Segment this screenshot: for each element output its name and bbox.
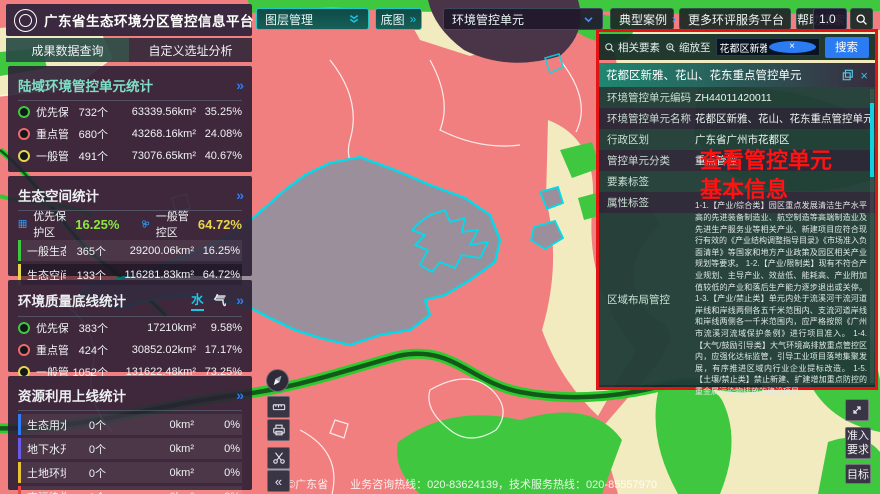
annotation-rectangle: 相关要素 缩放至 花都区新雅、花山、花东重 × 搜索 花都区新雅、花山、花东重点… xyxy=(596,29,878,390)
measure-button[interactable] xyxy=(267,396,290,418)
more-services-link[interactable]: 更多环评服务平台 xyxy=(679,8,791,30)
ruler-icon xyxy=(272,400,286,414)
detail-field-row: 环境管控单元编码ZH44011420011 xyxy=(599,87,875,108)
panel-resource-use: 资源利用上线统计 » 生态用水补给区管控分区 0个0km²0% 地下水开采重点管… xyxy=(8,376,252,490)
detail-field-row: 环境管控单元名称花都区新雅、花山、花东重点管控单元 xyxy=(599,108,875,129)
panel-expand-icon[interactable]: » xyxy=(236,77,242,93)
unit-search-bar: 相关要素 缩放至 花都区新雅、花山、花东重 × 搜索 xyxy=(599,34,875,60)
grid-icon xyxy=(18,217,27,231)
access-requirements-button[interactable]: 准入要求 xyxy=(845,427,871,459)
tab-air[interactable]: 气 xyxy=(214,290,227,310)
table-row: 重点管控单元 680个43268.16km²24.08% xyxy=(18,123,242,145)
scrollbar-thumb[interactable] xyxy=(870,103,874,177)
related-elements-button[interactable]: 相关要素 xyxy=(604,40,660,55)
compass-needle-icon xyxy=(270,373,285,388)
row-color-bar xyxy=(18,240,21,261)
panel-expand-icon[interactable]: » xyxy=(236,387,242,403)
detail-field-row-layout-control: 区域布局管控1-1.【产业/综合类】园区重点发展清洁生产水平高的先进装备制造业、… xyxy=(599,213,875,385)
clear-input-icon[interactable]: × xyxy=(769,41,816,53)
panel-title: 陆域环境管控单元统计 xyxy=(18,75,153,95)
tab-custom-siting[interactable]: 自定义选址分析 xyxy=(129,38,252,62)
table-row: 地下水开采重点管控分区 0个0km²0% xyxy=(18,438,242,459)
detail-fields: 环境管控单元编码ZH44011420011 环境管控单元名称花都区新雅、花山、花… xyxy=(599,87,875,385)
platform-logo-icon xyxy=(14,9,37,32)
print-button[interactable] xyxy=(267,419,290,441)
key-dot-icon xyxy=(18,128,30,140)
annotation-note: 查看管控单元 基本信息 xyxy=(700,146,832,204)
search-button[interactable]: 搜索 xyxy=(825,37,869,58)
detail-title: 花都区新雅、花山、花东重点管控单元 xyxy=(606,67,836,83)
table-row: 土地环境重点管控分区 0个0km²0% xyxy=(18,462,242,483)
panel-title: 环境质量底线统计 xyxy=(18,290,126,310)
general-dot-icon xyxy=(18,150,30,162)
compass-button[interactable] xyxy=(266,369,289,392)
detail-scrollbar[interactable] xyxy=(870,89,874,383)
global-search-button[interactable] xyxy=(850,8,873,30)
circles-icon xyxy=(141,217,150,231)
panel-expand-icon[interactable]: » xyxy=(236,292,242,308)
panel-land-control-units: 陆域环境管控单元统计 » 优先保护单元 732个63339.56km²35.25… xyxy=(8,66,252,172)
app-title: 广东省生态环境分区管控信息平台 xyxy=(44,10,254,30)
search-icon xyxy=(604,42,615,53)
table-row: 优先保护区 383个17210km²9.58% xyxy=(18,317,242,339)
chevron-double-down-icon xyxy=(348,13,360,25)
key-dot-icon xyxy=(18,344,30,356)
version-dropdown[interactable]: 1.0 xyxy=(813,8,847,30)
copyright-hotline: ©广东省 业务咨询热线：020-83624139，技术服务热线：020-8555… xyxy=(287,476,657,492)
panel-eco-space: 生态空间统计 » 优先保护区 16.25% 一般管控区 64.72% 一般生态空… xyxy=(8,176,252,276)
printer-icon xyxy=(272,423,286,437)
detail-panel-header: 花都区新雅、花山、花东重点管控单元 × xyxy=(599,63,875,87)
panel-expand-icon[interactable]: » xyxy=(236,187,242,203)
table-row: 优先保护单元 732个63339.56km²35.25% xyxy=(18,101,242,123)
panel-title: 生态空间统计 xyxy=(18,185,99,205)
app-header: 广东省生态环境分区管控信息平台 xyxy=(6,4,252,36)
panel-env-quality: 环境质量底线统计 水 气 » 优先保护区 383个17210km²9.58% 重… xyxy=(8,280,252,372)
table-row: 生态用水补给区管控分区 0个0km²0% xyxy=(18,414,242,435)
table-row: 高污染燃料禁燃区 0个0km²0% xyxy=(18,486,242,494)
row-color-bar xyxy=(18,438,21,459)
tab-water[interactable]: 水 xyxy=(191,289,204,311)
right-arrow-icon: › xyxy=(672,12,676,26)
target-button[interactable]: 目标 xyxy=(845,464,871,484)
collapse-button[interactable]: « xyxy=(267,470,290,492)
close-icon[interactable]: × xyxy=(860,68,868,83)
priority-dot-icon xyxy=(18,106,30,118)
unit-search-input[interactable]: 花都区新雅、花山、花东重 × xyxy=(716,38,820,56)
row-color-bar xyxy=(18,462,21,483)
row-color-bar xyxy=(18,486,21,494)
clip-button[interactable] xyxy=(267,447,290,469)
table-row: 一般生态空间（优先） 365个29200.06km²16.25% xyxy=(18,240,242,261)
priority-dot-icon xyxy=(18,322,30,334)
chevron-down-icon xyxy=(583,14,594,25)
copy-icon[interactable] xyxy=(842,69,854,81)
expand-diagonal-icon xyxy=(851,404,863,416)
fullscreen-button[interactable] xyxy=(845,399,869,421)
main-tabs: 成果数据查询 自定义选址分析 xyxy=(6,38,252,62)
double-right-icon: » xyxy=(410,12,417,26)
typical-case-button[interactable]: 典型案例 › xyxy=(610,8,674,30)
panel-title: 资源利用上线统计 xyxy=(18,385,126,405)
table-row: 一般管控单元 491个73076.65km²40.67% xyxy=(18,145,242,167)
row-color-bar xyxy=(18,414,21,435)
basemap-button[interactable]: 底图 » xyxy=(375,8,422,30)
scissors-icon xyxy=(272,451,286,465)
unit-detail-panel: 花都区新雅、花山、花东重点管控单元 × 环境管控单元编码ZH4401142001… xyxy=(599,63,875,387)
search-icon xyxy=(855,13,868,26)
layer-manager-dropdown[interactable]: 图层管理 xyxy=(256,8,369,30)
table-row: 重点管控区 424个30852.02km²17.17% xyxy=(18,339,242,361)
double-left-icon: « xyxy=(275,474,282,489)
eco-space-summary: 优先保护区 16.25% 一般管控区 64.72% xyxy=(18,211,242,237)
unit-type-dropdown[interactable]: 环境管控单元 xyxy=(443,8,603,30)
zoom-to-button[interactable]: 缩放至 xyxy=(665,40,711,55)
zoom-in-icon xyxy=(665,42,676,53)
tab-results-query[interactable]: 成果数据查询 xyxy=(6,38,129,62)
